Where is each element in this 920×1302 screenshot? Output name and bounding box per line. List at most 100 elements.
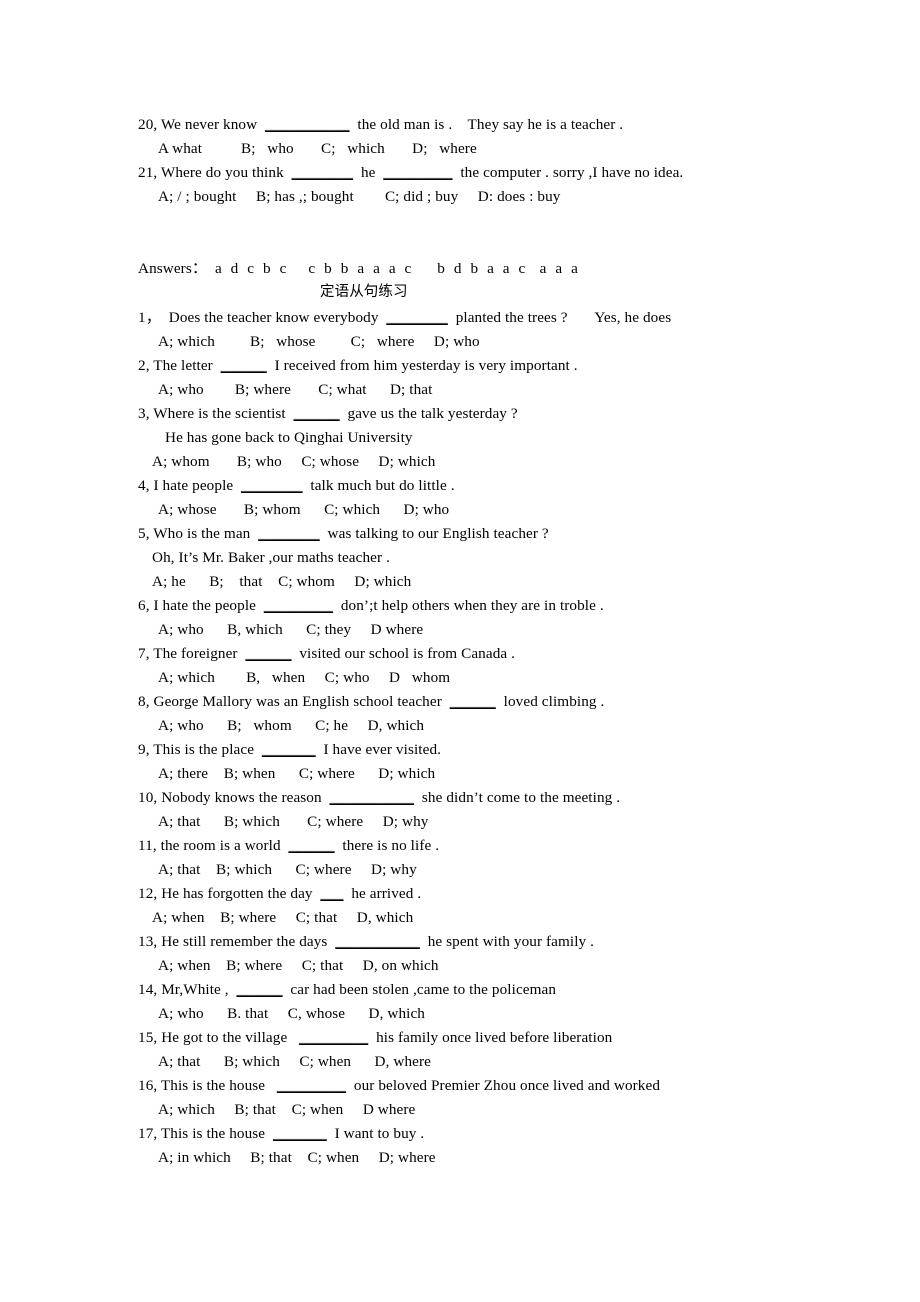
exercise-2-stem: 2, The letter ______ I received from him…	[138, 357, 578, 375]
exercise-13-stem: 13, He still remember the days _________…	[138, 933, 594, 951]
exercise-16-stem: 16, This is the house _________ our belo…	[138, 1077, 660, 1095]
exercise-1-options: A; which B; whose C; where D; who	[158, 333, 480, 350]
exercise-8-stem: 8, George Mallory was an English school …	[138, 693, 604, 711]
exercise-3-blank: ______	[293, 405, 340, 422]
exercise-14-stem: 14, Mr,White , ______ car had been stole…	[138, 981, 556, 999]
question-20-number: 20,	[138, 116, 158, 133]
exercise-1-blank: ________	[386, 309, 448, 326]
exercise-12-text-after: he arrived .	[351, 885, 422, 902]
question-20-blank: ___________	[264, 116, 350, 133]
question-21-blank-1: ________	[291, 164, 354, 181]
exercise-12-stem: 12, He has forgotten the day ___ he arri…	[138, 885, 421, 903]
question-21-number: 21,	[138, 164, 158, 181]
exercise-3-sub-line: He has gone back to Qinghai University	[165, 429, 413, 446]
exercise-6-blank: _________	[263, 597, 334, 614]
document-page: 20, We never know ___________ the old ma…	[0, 0, 920, 1302]
exercise-12-number: 12,	[138, 885, 158, 902]
exercise-12-options: A; when B; where C; that D, which	[152, 909, 414, 926]
answers-group-2: c b b a a a c	[308, 260, 414, 277]
exercise-10-text-after: she didn’t come to the meeting .	[421, 789, 621, 806]
exercise-4-text-after: talk much but do little .	[310, 477, 455, 494]
exercise-4-number: 4,	[138, 477, 150, 494]
exercise-14-blank: ______	[236, 981, 283, 998]
exercise-6-options: A; who B, which C; they D where	[158, 621, 424, 638]
exercise-2-number: 2,	[138, 357, 150, 374]
exercise-3-number: 3,	[138, 405, 150, 422]
question-20-stem: 20, We never know ___________ the old ma…	[138, 116, 623, 134]
exercise-2-text-before: The letter	[153, 357, 213, 374]
exercise-9-blank: _______	[261, 741, 316, 758]
exercise-15-options: A; that B; which C; when D, where	[158, 1053, 431, 1070]
exercise-10-options: A; that B; which C; where D; why	[158, 813, 429, 830]
question-21-stem: 21, Where do you think ________ he _____…	[138, 164, 683, 182]
exercise-6-stem: 6, I hate the people _________ don’;t he…	[138, 597, 604, 615]
exercise-12-text-before: He has forgotten the day	[161, 885, 313, 902]
exercise-3-stem: 3, Where is the scientist ______ gave us…	[138, 405, 518, 423]
exercise-7-stem: 7, The foreigner ______ visited our scho…	[138, 645, 515, 663]
exercise-15-text-after: his family once lived before liberation	[376, 1029, 613, 1046]
exercise-3-options: A; whom B; who C; whose D; which	[152, 453, 436, 470]
exercise-17-stem: 17, This is the house _______ I want to …	[138, 1125, 424, 1143]
exercise-13-text-before: He still remember the days	[161, 933, 328, 950]
exercise-1-number: 1，	[138, 309, 161, 326]
exercise-7-blank: ______	[245, 645, 292, 662]
exercise-7-number: 7,	[138, 645, 150, 662]
exercise-11-number: 11,	[138, 837, 157, 854]
exercise-8-number: 8,	[138, 693, 150, 710]
question-21-blank-2: _________	[383, 164, 453, 181]
exercise-16-text-after: our beloved Premier Zhou once lived and …	[353, 1077, 661, 1094]
question-20-text-after: the old man is . They say he is a teache…	[357, 116, 624, 133]
exercise-9-text-after: I have ever visited.	[323, 741, 442, 758]
exercise-4-text-before: I hate people	[153, 477, 234, 494]
exercise-11-text-before: the room is a world	[160, 837, 281, 854]
answers-key: Answers： a d c b c c b b a a a c b d b a…	[138, 260, 580, 278]
exercise-2-blank: ______	[220, 357, 267, 374]
exercise-14-number: 14,	[138, 981, 158, 998]
question-21-text-before: Where do you think	[160, 164, 284, 181]
exercise-14-text-after: car had been stolen ,came to the policem…	[290, 981, 557, 998]
exercise-16-blank: _________	[276, 1077, 347, 1094]
exercise-4-options: A; whose B; whom C; which D; who	[158, 501, 450, 518]
exercise-6-text-after: don’;t help others when they are in trob…	[340, 597, 604, 614]
section-title: 定语从句练习	[320, 284, 408, 300]
exercise-1-stem: 1， Does the teacher know everybody _____…	[138, 309, 671, 327]
exercise-3-text-before: Where is the scientist	[153, 405, 286, 422]
exercise-15-number: 15,	[138, 1029, 158, 1046]
exercise-15-blank: _________	[299, 1029, 369, 1046]
exercise-13-number: 13,	[138, 933, 158, 950]
exercise-10-blank: ___________	[329, 789, 415, 806]
exercise-7-options: A; which B, when C; who D whom	[158, 669, 451, 686]
exercise-17-text-after: I want to buy .	[334, 1125, 425, 1142]
exercise-8-text-before: George Mallory was an English school tea…	[153, 693, 442, 710]
exercise-16-options: A; which B; that C; when D where	[158, 1101, 416, 1118]
exercise-8-blank: ______	[449, 693, 496, 710]
exercise-12-blank: ___	[320, 885, 344, 902]
exercise-11-text-after: there is no life .	[342, 837, 440, 854]
exercise-8-options: A; who B; whom C; he D, which	[158, 717, 425, 734]
exercise-16-number: 16,	[138, 1077, 158, 1094]
exercise-5-stem: 5, Who is the man ________ was talking t…	[138, 525, 549, 543]
exercise-5-number: 5,	[138, 525, 150, 542]
exercise-9-number: 9,	[138, 741, 150, 758]
answers-group-3: b d b a a c	[437, 260, 528, 277]
exercise-9-text-before: This is the place	[153, 741, 255, 758]
exercise-2-options: A; who B; where C; what D; that	[158, 381, 433, 398]
exercise-13-text-after: he spent with your family .	[427, 933, 595, 950]
exercise-5-text-after: was talking to our English teacher ?	[327, 525, 549, 542]
exercise-5-sub-line: Oh, It’s Mr. Baker ,our maths teacher .	[152, 549, 390, 566]
exercise-4-blank: ________	[241, 477, 303, 494]
answers-label: Answers：	[138, 260, 208, 277]
exercise-5-options: A; he B; that C; whom D; which	[152, 573, 412, 590]
exercise-16-text-before: This is the house	[160, 1077, 266, 1094]
exercise-2-text-after: I received from him yesterday is very im…	[274, 357, 578, 374]
exercise-6-number: 6,	[138, 597, 150, 614]
exercise-5-text-before: Who is the man	[153, 525, 251, 542]
exercise-10-text-before: Nobody knows the reason	[161, 789, 322, 806]
question-20-options: A what B; who C; which D; where	[158, 140, 477, 157]
exercise-11-stem: 11, the room is a world ______ there is …	[138, 837, 439, 855]
exercise-3-text-after: gave us the talk yesterday ?	[347, 405, 518, 422]
exercise-17-number: 17,	[138, 1125, 158, 1142]
exercise-11-blank: ______	[288, 837, 335, 854]
exercise-13-blank: ___________	[335, 933, 420, 950]
exercise-9-stem: 9, This is the place _______ I have ever…	[138, 741, 441, 759]
